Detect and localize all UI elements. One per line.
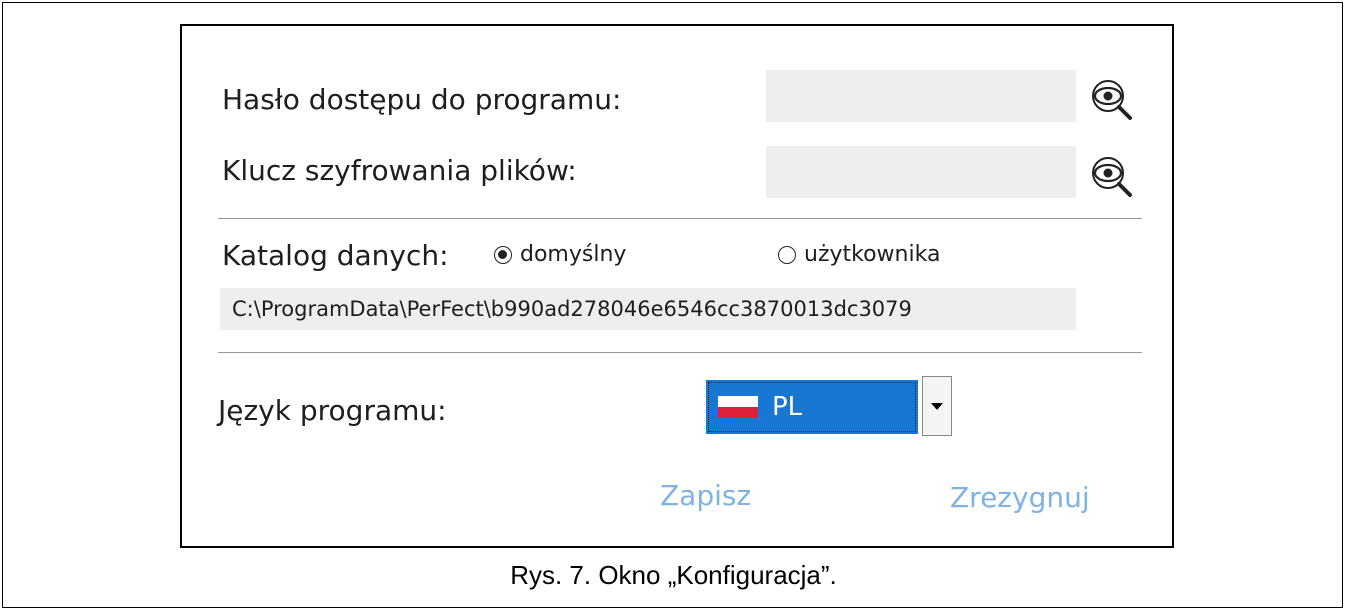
show-encryption-key-icon[interactable] (1090, 153, 1136, 199)
chevron-down-icon (931, 402, 943, 410)
poland-flag-icon (718, 396, 758, 418)
radio-default[interactable]: domyślny (494, 242, 626, 267)
language-select[interactable]: PL (706, 380, 918, 434)
encryption-key-label: Klucz szyfrowania plików: (222, 154, 577, 187)
data-dir-label: Katalog danych: (222, 239, 449, 272)
save-button[interactable]: Zapisz (660, 482, 751, 510)
language-selected-value: PL (772, 392, 803, 422)
figure-caption: Rys. 7. Okno „Konfiguracja”. (510, 560, 837, 590)
password-field[interactable] (766, 70, 1076, 122)
encryption-key-field[interactable] (766, 146, 1076, 198)
radio-user-indicator[interactable] (778, 245, 796, 264)
configuration-dialog: Hasło dostępu do programu: Klucz szyfrow… (180, 24, 1174, 548)
language-label: Język programu: (218, 394, 447, 427)
cancel-button[interactable]: Zrezygnuj (950, 484, 1090, 512)
divider-top (218, 218, 1142, 219)
radio-default-label: domyślny (520, 242, 627, 267)
radio-default-indicator[interactable] (494, 245, 512, 264)
radio-user-label: użytkownika (804, 242, 941, 267)
data-dir-path: C:\ProgramData\PerFect\b990ad278046e6546… (220, 288, 1076, 330)
show-password-icon[interactable] (1090, 76, 1136, 122)
radio-user[interactable]: użytkownika (778, 242, 940, 267)
language-dropdown-button[interactable] (922, 376, 952, 436)
divider-bottom (218, 352, 1142, 353)
password-label: Hasło dostępu do programu: (222, 83, 622, 116)
